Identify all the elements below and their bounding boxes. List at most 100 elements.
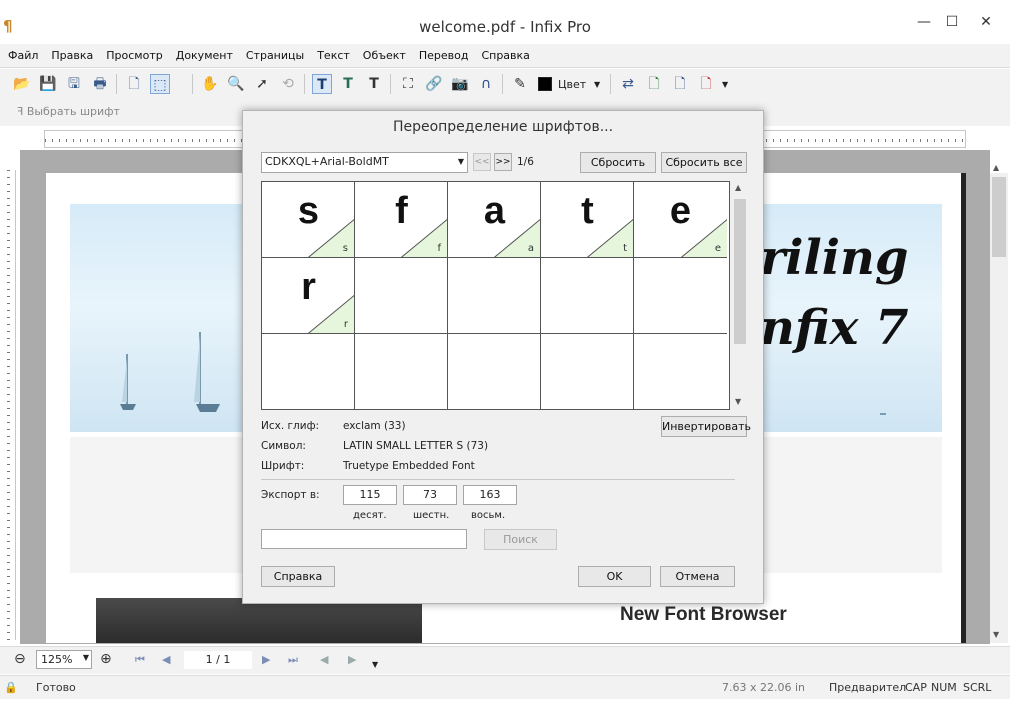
- next-font-button[interactable]: >>: [494, 153, 512, 171]
- glyph-cell[interactable]: tt: [541, 182, 634, 258]
- next-page-icon[interactable]: ▶: [262, 653, 270, 666]
- text-frame-icon[interactable]: T: [338, 74, 358, 94]
- window-title: welcome.pdf - Infix Pro: [419, 18, 591, 36]
- zoom-in-icon[interactable]: ⊕: [100, 651, 112, 667]
- font-combo-value: CDKXQL+Arial-BoldMT: [265, 155, 389, 168]
- scroll-down-icon[interactable]: ▼: [993, 630, 999, 639]
- toolbar-separator: [390, 74, 391, 94]
- vertical-ruler: [2, 170, 16, 640]
- scroll-up-icon[interactable]: ▲: [993, 163, 999, 172]
- grid-scroll-thumb[interactable]: [734, 199, 746, 344]
- src-glyph-value: exclam (33): [343, 420, 406, 432]
- hand-tool-icon[interactable]: ✋: [200, 74, 220, 94]
- menu-document[interactable]: Документ: [168, 44, 238, 62]
- menu-view[interactable]: Просмотр: [98, 44, 167, 62]
- page-icon[interactable]: 🗋: [124, 74, 144, 94]
- glyph-cell[interactable]: ff: [355, 182, 448, 258]
- save-as-icon[interactable]: 🖫: [64, 74, 84, 94]
- fit-page-icon[interactable]: ⬚: [150, 74, 170, 94]
- num-indicator: NUM: [931, 681, 957, 694]
- zoom-combo[interactable]: 125% ▼: [36, 650, 92, 669]
- color-dropdown-icon[interactable]: ▼: [594, 80, 600, 89]
- text-flow-icon[interactable]: T: [364, 74, 384, 94]
- menu-pages[interactable]: Страницы: [238, 44, 309, 62]
- link-icon[interactable]: 🔗: [424, 74, 444, 94]
- color-swatch-icon[interactable]: [538, 77, 552, 91]
- open-icon[interactable]: 📂: [12, 74, 32, 94]
- menu-edit[interactable]: Правка: [43, 44, 98, 62]
- menu-text[interactable]: Текст: [309, 44, 355, 62]
- cancel-button[interactable]: Отмена: [660, 566, 735, 587]
- nav-dropdown-icon[interactable]: ▼: [372, 660, 378, 669]
- eyedropper-icon[interactable]: ✎: [510, 74, 530, 94]
- search-button[interactable]: Поиск: [484, 529, 557, 550]
- status-mode: Предварител: [829, 681, 907, 694]
- glyph-cell-empty[interactable]: [541, 334, 634, 410]
- glyph-cell-empty[interactable]: [634, 334, 727, 410]
- maximize-button[interactable]: ☐: [938, 14, 966, 34]
- help-button[interactable]: Справка: [261, 566, 335, 587]
- decimal-field[interactable]: 115: [343, 485, 397, 505]
- octal-field[interactable]: 163: [463, 485, 517, 505]
- print-icon[interactable]: 🖶: [90, 74, 110, 94]
- search-input[interactable]: [261, 529, 467, 549]
- delete-page-icon[interactable]: 🗋: [696, 74, 716, 94]
- glyph-cell[interactable]: ee: [634, 182, 727, 258]
- grid-scroll-down-icon[interactable]: ▼: [735, 397, 741, 406]
- minimize-button[interactable]: —: [910, 14, 938, 34]
- glyph-cell[interactable]: rr: [262, 258, 355, 334]
- extract-page-icon[interactable]: 🗋: [670, 74, 690, 94]
- first-page-icon[interactable]: ⏮: [135, 653, 145, 667]
- glyph-cell-empty[interactable]: [634, 258, 727, 334]
- glyph-cell-empty[interactable]: [355, 258, 448, 334]
- font-select[interactable]: ꟻ Выбрать шрифт: [17, 105, 187, 123]
- page-swap-icon[interactable]: ⇄: [618, 74, 638, 94]
- reset-button[interactable]: Сбросить: [580, 152, 656, 173]
- last-page-icon[interactable]: ⏭: [288, 653, 298, 667]
- page-indicator[interactable]: 1 / 1: [184, 651, 252, 669]
- rotate-icon[interactable]: ⟲: [278, 74, 298, 94]
- curve-icon[interactable]: ∩: [476, 74, 496, 94]
- font-combo[interactable]: CDKXQL+Arial-BoldMT ▼: [261, 152, 468, 173]
- glyph-cell[interactable]: ss: [262, 182, 355, 258]
- prev-font-button[interactable]: <<: [473, 153, 491, 171]
- hex-field[interactable]: 73: [403, 485, 457, 505]
- zoom-out-icon[interactable]: ⊖: [14, 651, 26, 667]
- glyph-cell[interactable]: aa: [448, 182, 541, 258]
- crop-icon[interactable]: ⛶: [398, 74, 418, 94]
- glyph-mapped: t: [623, 243, 627, 254]
- glyph-mapped: a: [527, 243, 534, 254]
- ok-button[interactable]: OK: [578, 566, 651, 587]
- glyph-cell-empty[interactable]: [262, 334, 355, 410]
- glyph-cell-empty[interactable]: [448, 334, 541, 410]
- menu-help[interactable]: Справка: [473, 44, 534, 62]
- save-icon[interactable]: 💾: [38, 74, 58, 94]
- pointer-icon[interactable]: ➚: [252, 74, 272, 94]
- menu-file[interactable]: Файл: [0, 44, 43, 62]
- color-label[interactable]: Цвет: [558, 78, 586, 91]
- chevron-down-icon[interactable]: ▼: [458, 157, 464, 166]
- zoom-icon[interactable]: 🔍: [226, 74, 246, 94]
- invert-button[interactable]: Инвертировать: [661, 416, 751, 437]
- glyph-cell-empty[interactable]: [448, 258, 541, 334]
- text-tool-icon[interactable]: T: [312, 74, 332, 94]
- forward-icon[interactable]: ▶: [348, 653, 356, 666]
- reset-all-button[interactable]: Сбросить все: [661, 152, 747, 173]
- insert-page-icon[interactable]: 🗋: [644, 74, 664, 94]
- glyph-cell-empty[interactable]: [541, 258, 634, 334]
- close-button[interactable]: ✕: [972, 14, 1000, 34]
- scroll-thumb[interactable]: [992, 177, 1006, 257]
- zoom-dropdown-icon[interactable]: ▼: [83, 653, 89, 662]
- page-dropdown-icon[interactable]: ▼: [722, 80, 728, 89]
- menu-object[interactable]: Объект: [355, 44, 411, 62]
- grid-scroll-up-icon[interactable]: ▲: [735, 183, 741, 192]
- font-remap-dialog: Переопределение шрифтов... CDKXQL+Arial-…: [242, 110, 764, 604]
- menu-translate[interactable]: Перевод: [411, 44, 474, 62]
- glyph-cell-empty[interactable]: [355, 334, 448, 410]
- camera-icon[interactable]: 📷: [450, 74, 470, 94]
- back-icon[interactable]: ◀: [320, 653, 328, 666]
- symbol-label: Символ:: [261, 440, 306, 452]
- toolbar-separator: [610, 74, 611, 94]
- prev-page-icon[interactable]: ◀: [162, 653, 170, 666]
- glyph-mapped: r: [343, 319, 348, 330]
